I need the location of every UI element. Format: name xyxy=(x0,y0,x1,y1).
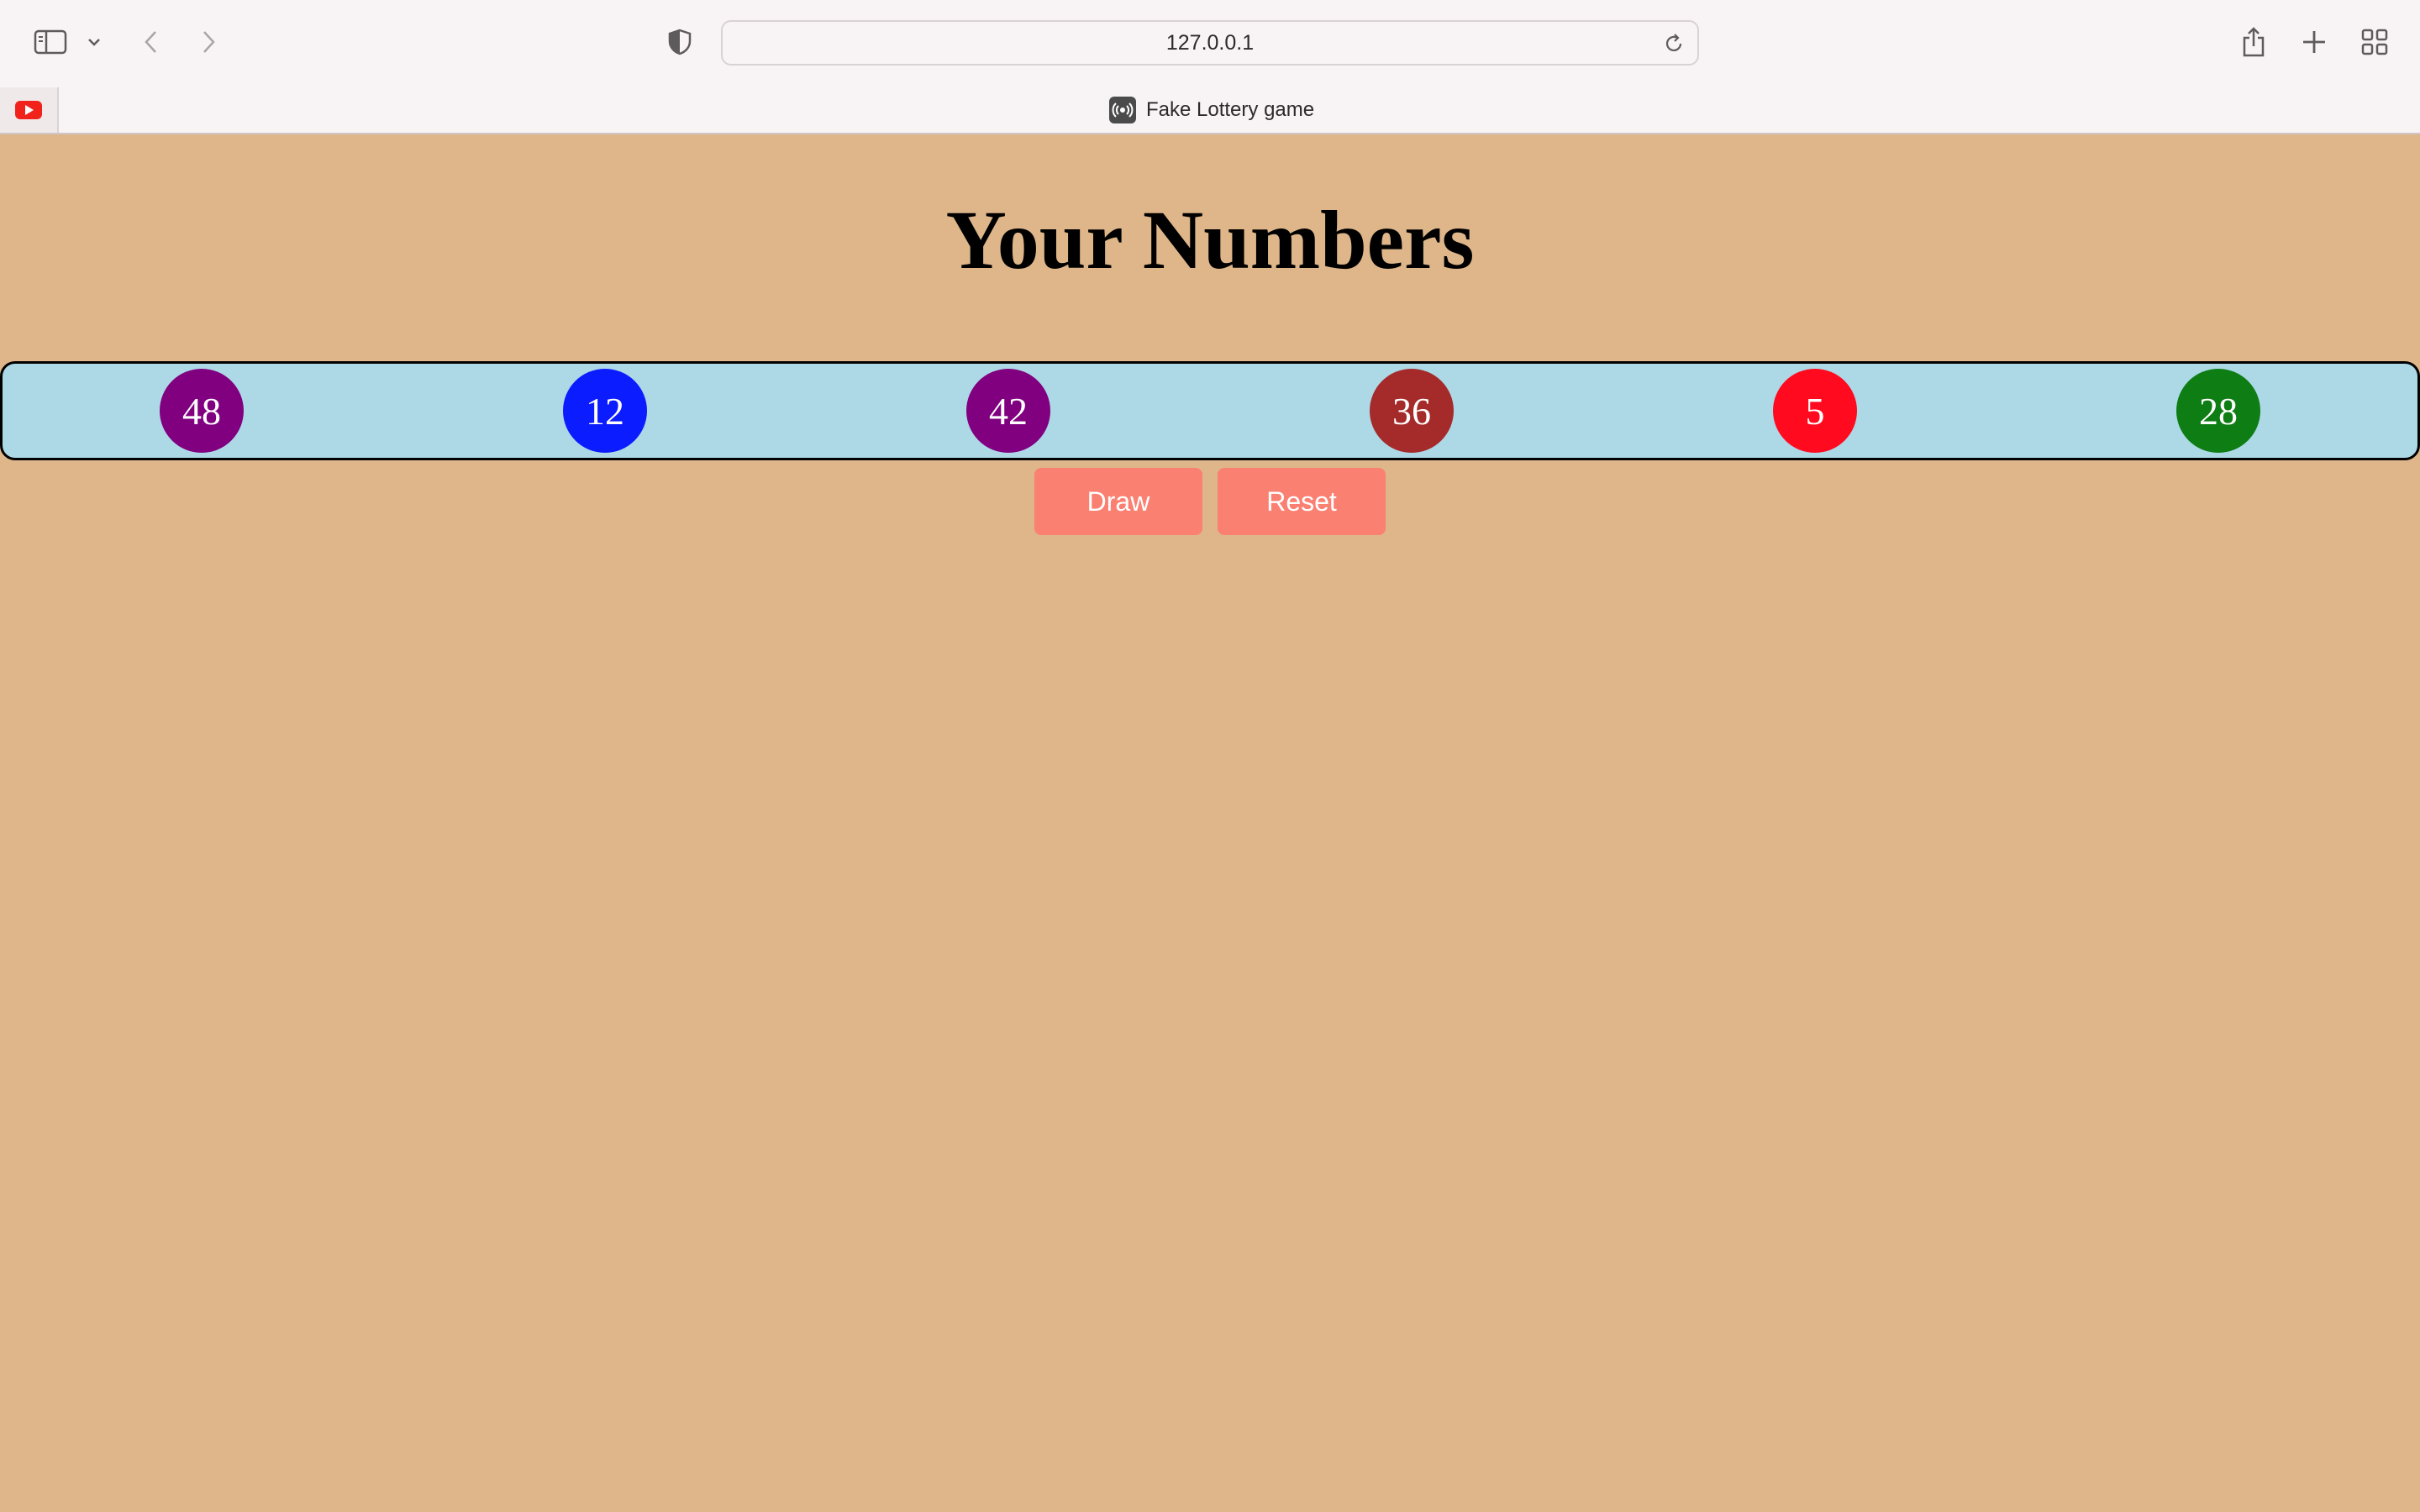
url-text: 127.0.0.1 xyxy=(1165,30,1255,55)
reset-button[interactable]: Reset xyxy=(1218,468,1386,535)
plus-icon[interactable] xyxy=(2299,27,2329,57)
number-ball: 28 xyxy=(2176,369,2260,453)
pinned-tab-youtube[interactable] xyxy=(0,87,59,133)
share-icon[interactable] xyxy=(2238,24,2269,60)
sidebar-icon[interactable] xyxy=(32,25,69,59)
shield-icon[interactable] xyxy=(667,27,692,57)
address-bar[interactable]: 127.0.0.1 xyxy=(721,20,1699,66)
number-ball: 48 xyxy=(160,369,244,453)
tab-active[interactable]: Fake Lottery game xyxy=(1109,87,1314,133)
page-content: Your Numbers 48 12 42 36 5 28 Draw Reset xyxy=(0,134,2420,1512)
numbers-bar: 48 12 42 36 5 28 xyxy=(0,361,2420,460)
browser-toolbar: 127.0.0.1 xyxy=(0,0,2420,87)
button-group: Draw Reset xyxy=(0,468,2420,535)
number-ball: 42 xyxy=(966,369,1050,453)
forward-chevron-right-icon[interactable] xyxy=(198,27,220,57)
tab-bar: Fake Lottery game xyxy=(0,87,2420,134)
reload-icon[interactable] xyxy=(1662,32,1686,55)
number-ball: 12 xyxy=(563,369,647,453)
back-chevron-left-icon[interactable] xyxy=(139,27,161,57)
chevron-down-icon[interactable] xyxy=(84,32,104,52)
tab-title: Fake Lottery game xyxy=(1146,98,1315,121)
number-ball: 36 xyxy=(1370,369,1454,453)
page-title: Your Numbers xyxy=(945,193,1475,286)
browser-chrome: 127.0.0.1 Fake Lottery game xyxy=(0,0,2420,134)
draw-button[interactable]: Draw xyxy=(1034,468,1202,535)
number-ball: 5 xyxy=(1773,369,1857,453)
grid-icon[interactable] xyxy=(2360,27,2390,57)
youtube-icon xyxy=(15,101,42,119)
broadcast-icon xyxy=(1109,97,1136,123)
